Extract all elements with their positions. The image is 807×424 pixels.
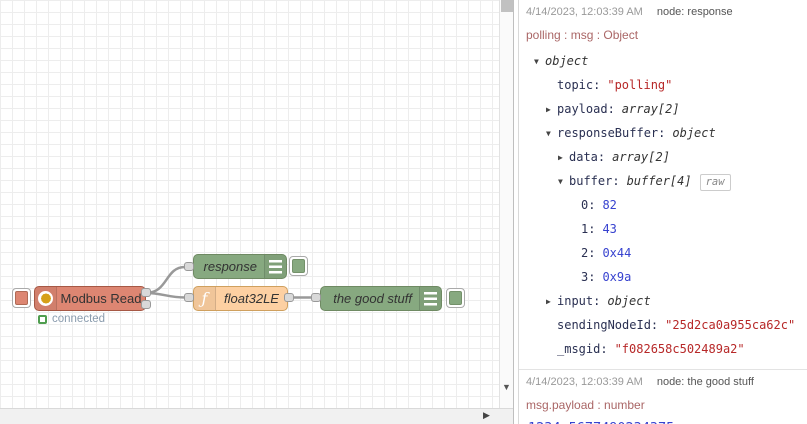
status-text: connected — [52, 313, 106, 325]
tree-row-payload: ▶ payload: array[2] — [526, 97, 801, 121]
tree-row-buffer: ▼ buffer: buffer[4] raw — [526, 169, 801, 193]
source-node-name[interactable]: node: response — [657, 6, 733, 18]
horizontal-scrollbar[interactable]: ▶ — [0, 408, 513, 424]
tree-row-responsebuffer: ▼ responseBuffer: object — [526, 121, 801, 145]
expand-icon[interactable]: ▶ — [546, 98, 557, 122]
collapse-icon[interactable]: ▼ — [546, 122, 557, 146]
wire-modbus-to-response[interactable] — [144, 265, 187, 295]
function-output-port[interactable] — [284, 293, 294, 302]
tree-row-buffer-3: 3: 0x9a — [581, 270, 632, 284]
collapse-icon[interactable]: ▼ — [534, 50, 545, 74]
response-debug-toggle-button[interactable] — [289, 256, 308, 276]
debug-message-goodstuff: 4/14/2023, 12:03:39 AM node: the good stu… — [519, 370, 807, 424]
vertical-scrollbar[interactable]: ▼ — [499, 0, 513, 408]
response-node-label: response — [203, 259, 257, 274]
raw-toggle-button[interactable]: raw — [699, 174, 731, 191]
response-debug-toggle-face — [292, 259, 305, 273]
goodstuff-input-port[interactable] — [311, 293, 321, 302]
vertical-scrollbar-thumb[interactable] — [501, 0, 513, 12]
scroll-right-icon[interactable]: ▶ — [483, 410, 490, 421]
function-node-label: float32LE — [224, 291, 279, 306]
tree-row-sendingnodeid: sendingNodeId: "25d2ca0a955ca62c" — [557, 318, 796, 332]
modbus-node-button[interactable] — [12, 288, 31, 308]
modbus-output-port-2[interactable] — [141, 300, 151, 309]
tree-row-buffer-2: 2: 0x44 — [581, 246, 632, 260]
flow-canvas[interactable]: Modbus Read connected response ƒ float32… — [0, 0, 513, 424]
wire-modbus-to-function[interactable] — [144, 291, 187, 299]
tree-row-msgid: _msgid: "f082658c502489a2" — [557, 342, 745, 356]
tree-row-buffer-1: 1: 43 — [581, 222, 617, 236]
debug-list-icon — [264, 255, 286, 278]
node-function-float32le[interactable]: ƒ float32LE — [193, 286, 288, 311]
goodstuff-debug-toggle-button[interactable] — [446, 288, 465, 308]
expand-icon[interactable]: ▶ — [546, 290, 557, 314]
tree-row-input: ▶ input: object — [526, 289, 801, 313]
debug-message-response: 4/14/2023, 12:03:39 AM node: response pol… — [519, 0, 807, 370]
debug-sidebar: 4/14/2023, 12:03:39 AM node: response pol… — [519, 0, 807, 424]
node-modbus-read[interactable]: Modbus Read — [34, 286, 146, 311]
timestamp: 4/14/2023, 12:03:39 AM — [526, 6, 643, 18]
modbus-icon — [35, 287, 57, 310]
tree-row-buffer-0: 0: 82 — [581, 198, 617, 212]
node-response-debug[interactable]: response — [193, 254, 287, 279]
status-dot-icon — [38, 314, 47, 324]
tree-row-object: ▼ object — [526, 49, 801, 73]
object-tree: ▼ object topic: "polling" ▶ payload: array[2… — [526, 49, 801, 361]
tree-row-data: ▶ data: array[2] — [526, 145, 801, 169]
message-topic-line: polling : msg : Object — [526, 28, 639, 42]
debug-message-meta: 4/14/2023, 12:03:39 AM node: response — [526, 6, 801, 22]
modbus-node-button-face — [15, 291, 28, 305]
function-icon: ƒ — [194, 287, 216, 310]
modbus-output-port-1[interactable] — [141, 288, 151, 297]
tree-row-topic: topic: "polling" — [557, 78, 673, 92]
scroll-down-icon[interactable]: ▼ — [502, 382, 511, 392]
expand-icon[interactable]: ▶ — [558, 146, 569, 170]
modbus-node-label: Modbus Read — [60, 291, 142, 306]
source-node-name[interactable]: node: the good stuff — [657, 376, 754, 388]
response-input-port[interactable] — [184, 262, 194, 271]
timestamp: 4/14/2023, 12:03:39 AM — [526, 376, 643, 388]
debug-list-icon — [419, 287, 441, 310]
message-path-line: msg.payload : number — [526, 398, 645, 412]
node-status: connected — [38, 313, 105, 325]
wires-layer — [144, 265, 314, 299]
goodstuff-node-label: the good stuff — [333, 291, 412, 306]
node-goodstuff-debug[interactable]: the good stuff — [320, 286, 442, 311]
goodstuff-debug-toggle-face — [449, 291, 462, 305]
payload-number-value: 1234.5677490234375 — [526, 420, 801, 424]
function-input-port[interactable] — [184, 293, 194, 302]
collapse-icon[interactable]: ▼ — [558, 170, 569, 194]
debug-message-meta: 4/14/2023, 12:03:39 AM node: the good stu… — [526, 376, 801, 392]
node-red-editor: Modbus Read connected response ƒ float32… — [0, 0, 807, 424]
